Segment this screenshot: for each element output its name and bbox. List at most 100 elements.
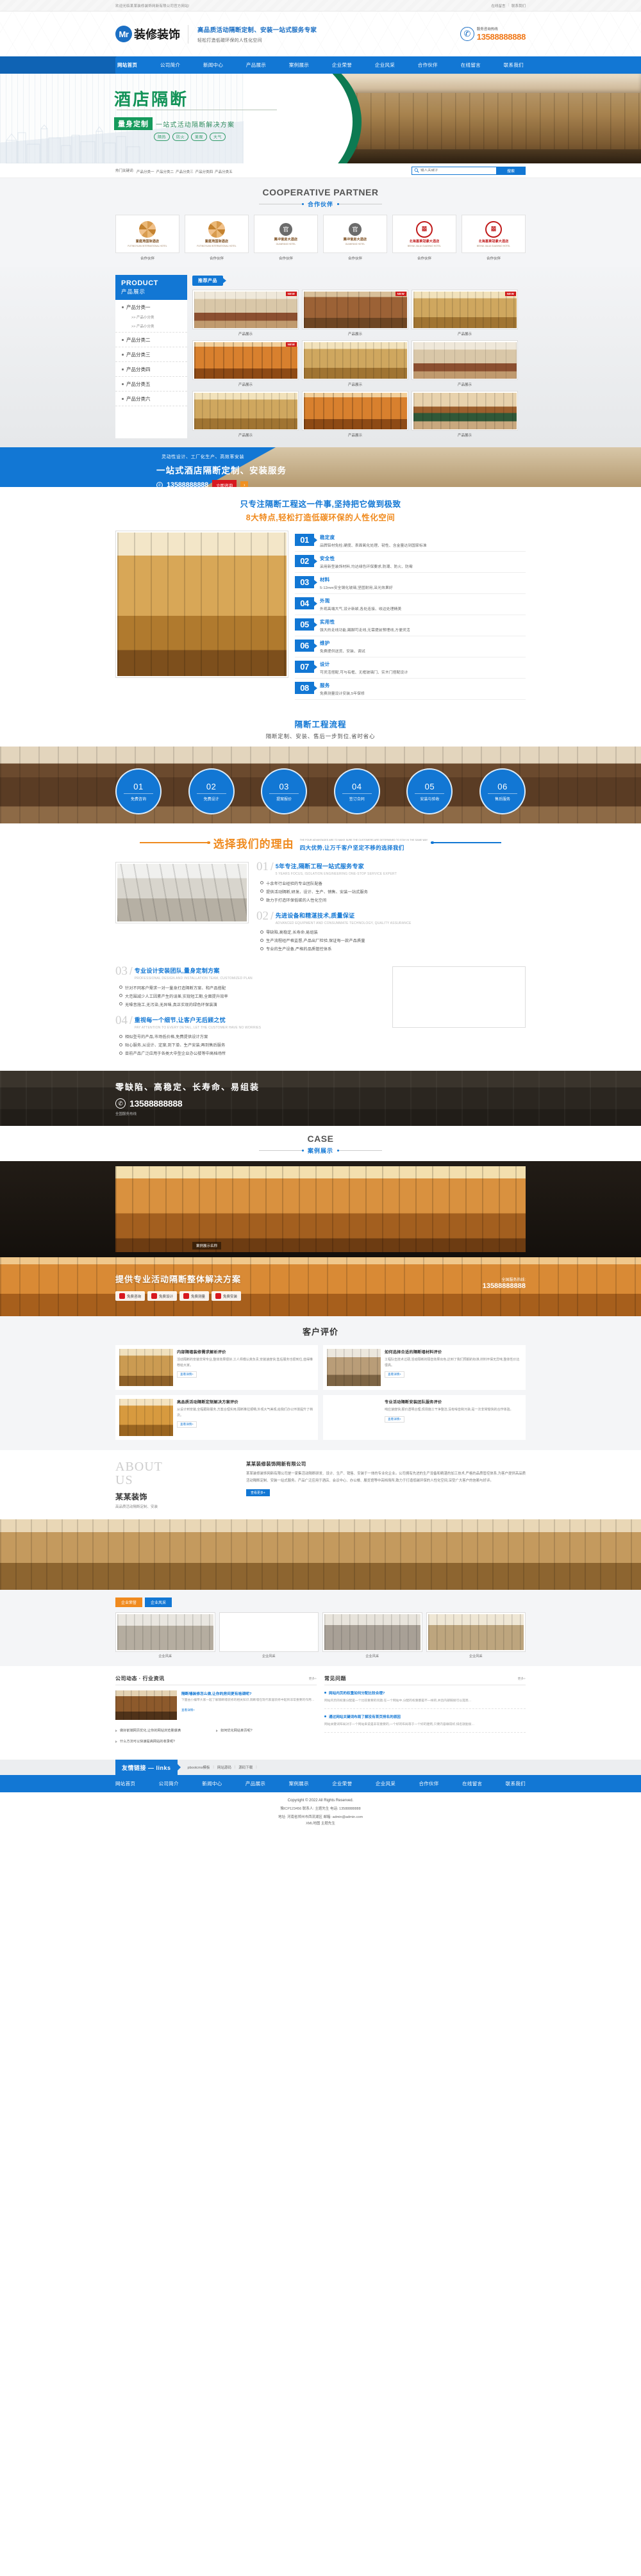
product-card[interactable]: NEW 产品展示 <box>412 290 518 337</box>
news-feature[interactable]: 隔断墙装修怎么做,让你的房间更有格调呢? 下面由小编带大家一起了解隔断墙装修的相… <box>115 1690 317 1720</box>
footer-nav-item-2[interactable]: 新闻中心 <box>202 1780 222 1787</box>
carousel-dot-2[interactable] <box>324 157 328 160</box>
carousel-dot-1[interactable] <box>319 157 322 160</box>
nav-item-1[interactable]: 公司简介 <box>158 62 182 69</box>
nav-item-9[interactable]: 联系我们 <box>502 62 526 69</box>
partner-item[interactable]: 富庭苑国际酒店 FUTINGYUAN INTERNATIONAL HOTEL 合作伙… <box>185 215 249 261</box>
process-step[interactable]: 06 售后服务 <box>479 768 526 814</box>
product-card[interactable]: 产品展示 <box>412 391 518 438</box>
partner-item[interactable]: 囍北海嘉莱冠豪大酒店 BEIHAI JIALAI GUANHAO HOTEL 合作伙… <box>392 215 456 261</box>
case-image[interactable] <box>115 1166 526 1252</box>
cta3-button[interactable]: 免费咨询 <box>115 1291 146 1301</box>
top-link-contact[interactable]: 联系我们 <box>512 3 526 8</box>
nav-item-3[interactable]: 产品展示 <box>244 62 268 69</box>
chevron-right-icon[interactable]: › <box>240 481 249 487</box>
process-step[interactable]: 02 免费设计 <box>188 768 235 814</box>
factory-tab-0[interactable]: 企业荣誉 <box>115 1598 143 1607</box>
keyword-link-0[interactable]: 产品分类一 <box>137 170 154 174</box>
nav-item-6[interactable]: 企业风采 <box>373 62 397 69</box>
product-tab-recommended[interactable]: 推荐产品 <box>192 276 223 286</box>
search-input[interactable] <box>420 169 491 172</box>
factory-cell[interactable]: 企业风采 <box>322 1612 422 1658</box>
factory-tab-1[interactable]: 企业风采 <box>145 1598 172 1607</box>
product-category[interactable]: 产品分类六 <box>115 392 187 406</box>
faq-more[interactable]: 更多+ <box>518 1676 526 1681</box>
review-card[interactable]: 高品质活动隔断定制解决方案评价 从设计到安装,全程跟踪服务,方案合理实用,隔断推拉… <box>115 1395 318 1440</box>
product-category[interactable]: 产品分类三 <box>115 347 187 362</box>
news-list-item[interactable]: 如何优化网站单页呢? <box>216 1725 317 1736</box>
product-category[interactable]: 产品分类一 >> 产品小分类 >> 产品小分类 <box>115 300 187 333</box>
process-step[interactable]: 04 签订合同 <box>333 768 380 814</box>
friend-link-0[interactable]: pbootcms模板 <box>188 1765 210 1770</box>
review-card[interactable]: 如何选择合适的隔断墙材料评价 工程队伍技术过硬,活动隔断的隔音效果出色,达到了我们… <box>323 1345 526 1390</box>
product-subcategory[interactable]: >> 产品小分类 <box>121 324 181 329</box>
partner-item[interactable]: 官腾冲官房大酒店 GUANFANG HOTEL 合作伙伴 <box>323 215 387 261</box>
faq-item[interactable]: 通过网站关键词布局了解没有首页排名的原因 网站关键词布局对于一个网站来说是非常重要… <box>324 1714 526 1733</box>
news-left-more[interactable]: 更多+ <box>309 1676 317 1681</box>
factory-cell[interactable]: 企业风采 <box>219 1612 319 1658</box>
keyword-link-3[interactable]: 产品分类四 <box>196 170 213 174</box>
process-step[interactable]: 05 安装与验收 <box>406 768 453 814</box>
top-link-message[interactable]: 在线留言 <box>492 3 506 8</box>
factory-cell[interactable]: 企业风采 <box>115 1612 215 1658</box>
partner-item[interactable]: 囍北海嘉莱冠豪大酒店 BEIHAI JIALAI GUANHAO HOTEL 合作伙… <box>462 215 526 261</box>
product-category[interactable]: 产品分类四 <box>115 362 187 377</box>
factory-cell[interactable]: 企业风采 <box>426 1612 526 1658</box>
partner-item[interactable]: 富庭苑国际酒店 FUTINGYUAN INTERNATIONAL HOTEL 合作伙… <box>115 215 179 261</box>
about-more-button[interactable]: 查看更多+ <box>246 1489 270 1496</box>
product-card[interactable]: 产品展示 <box>302 391 408 438</box>
footer-nav-item-1[interactable]: 公司简介 <box>159 1780 179 1787</box>
process-step[interactable]: 01 免费咨询 <box>115 768 162 814</box>
nav-item-2[interactable]: 新闻中心 <box>201 62 225 69</box>
faq-question[interactable]: 网站内页的权重如何分配比较合理? <box>324 1690 526 1696</box>
review-more-link[interactable]: 查看详情+ <box>385 1416 405 1423</box>
faq-question[interactable]: 通过网站关键词布局了解没有首页排名的原因 <box>324 1714 526 1719</box>
news-feature-more[interactable]: 查看详情+ <box>181 1708 195 1712</box>
nav-item-4[interactable]: 案例展示 <box>287 62 311 69</box>
footer-nav-item-7[interactable]: 合作伙伴 <box>419 1780 438 1787</box>
review-card[interactable]: 内部隔墙装修需求解析评价 活动隔断的安装非常专业,整体效果很好,工人师傅认真负责,… <box>115 1345 318 1390</box>
product-category[interactable]: 产品分类二 <box>115 333 187 347</box>
search-input-wrap[interactable] <box>412 166 496 175</box>
keyword-link-4[interactable]: 产品分类五 <box>215 170 233 174</box>
friend-link-1[interactable]: 网站源码 <box>217 1765 231 1770</box>
news-list-item[interactable]: 什么方法可以快速提高网站的收录呢? <box>115 1736 216 1747</box>
cta3-button[interactable]: 免费安装 <box>212 1291 242 1301</box>
footer-nav-item-0[interactable]: 网站首页 <box>115 1780 135 1787</box>
site-logo[interactable]: Mr 装修装饰 <box>115 26 180 42</box>
cta3-button[interactable]: 免费设计 <box>147 1291 178 1301</box>
nav-item-0[interactable]: 网站首页 <box>115 62 139 69</box>
nav-item-7[interactable]: 合作伙伴 <box>416 62 440 69</box>
news-list-item[interactable]: 做好前端网页优化,让你的网站浏览量爆满 <box>115 1725 216 1736</box>
product-card[interactable]: 产品展示 <box>192 391 299 438</box>
product-category[interactable]: 产品分类五 <box>115 377 187 392</box>
faq-item[interactable]: 网站内页的权重如何分配比较合理? 网站内页的权重分配是一个比较重要的问题,在一个网… <box>324 1690 526 1710</box>
cta1-consult-button[interactable]: 立即咨询 <box>212 480 237 487</box>
footer-nav-item-8[interactable]: 在线留言 <box>462 1780 482 1787</box>
keyword-link-2[interactable]: 产品分类三 <box>176 170 194 174</box>
footer-nav-item-3[interactable]: 产品展示 <box>246 1780 265 1787</box>
partner-item[interactable]: 官腾冲官房大酒店 GUANFANG HOTEL 合作伙伴 <box>254 215 318 261</box>
product-subcategory[interactable]: >> 产品小分类 <box>121 315 181 320</box>
nav-item-8[interactable]: 在线留言 <box>459 62 483 69</box>
footer-nav-item-5[interactable]: 企业荣誉 <box>332 1780 352 1787</box>
review-more-link[interactable]: 查看详情+ <box>177 1371 197 1378</box>
footer-nav-item-4[interactable]: 案例展示 <box>289 1780 309 1787</box>
carousel-dot-0[interactable] <box>313 157 317 160</box>
footer-nav-item-6[interactable]: 企业风采 <box>376 1780 395 1787</box>
process-step[interactable]: 03 提案报价 <box>261 768 308 814</box>
product-card[interactable]: NEW 产品展示 <box>192 340 299 388</box>
review-more-link[interactable]: 查看详情+ <box>385 1371 405 1378</box>
review-more-link[interactable]: 查看详情+ <box>177 1421 197 1428</box>
footer-nav-item-9[interactable]: 联系我们 <box>506 1780 526 1787</box>
product-card[interactable]: 产品展示 <box>302 340 408 388</box>
keyword-link-1[interactable]: 产品分类二 <box>156 170 174 174</box>
product-card[interactable]: NEW 产品展示 <box>192 290 299 337</box>
friend-link-2[interactable]: 源码下载 <box>238 1765 253 1770</box>
hero-carousel-dots[interactable] <box>313 157 328 160</box>
cta3-button[interactable]: 免费测量 <box>179 1291 210 1301</box>
review-card[interactable]: 专业活动隔断安装团队服务评价 响应速度快,报价透明合理,现场施工干净整洁,没有噪音… <box>323 1395 526 1440</box>
nav-item-5[interactable]: 企业荣誉 <box>330 62 354 69</box>
search-button[interactable]: 搜索 <box>496 166 526 175</box>
product-card[interactable]: 产品展示 <box>412 340 518 388</box>
